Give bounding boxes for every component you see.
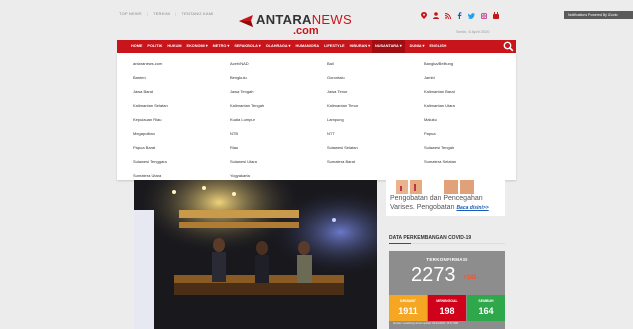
dropdown-item[interactable]: Kalimantan Barat	[424, 85, 521, 99]
dropdown-item[interactable]: Sulawesi Tenggara	[133, 155, 230, 169]
ad-read-more-link[interactable]: Baca disini>>	[456, 205, 488, 211]
died-label: MENINGGAL	[436, 299, 458, 303]
dropdown-item[interactable]: Banten	[133, 71, 230, 85]
header: TOP NEWS | TERKINI | TENTANG KAMI ANTARA…	[0, 0, 633, 42]
dropdown-item[interactable]: Kalimantan Timur	[327, 99, 424, 113]
nav-item[interactable]: DUNIA ▾	[410, 40, 425, 53]
dropdown-item[interactable]: Sulawesi Utara	[230, 155, 327, 169]
died-stat: MENINGGAL 198	[428, 295, 466, 321]
dropdown-item[interactable]: Jambi	[424, 71, 521, 85]
dropdown-item[interactable]: NTT	[327, 127, 424, 141]
current-date: Senin, 6 April 2020	[456, 29, 490, 34]
nav-item[interactable]: HIBURAN ▾	[350, 40, 370, 53]
instagram-icon[interactable]	[481, 12, 487, 19]
antara-logo-icon	[239, 15, 253, 27]
dropdown-item[interactable]: Bali	[327, 57, 424, 71]
sidebar-ad[interactable]: Pengobatan dan Pencegahan Varises. Pengo…	[386, 180, 505, 216]
dropdown-item[interactable]: Riau	[230, 141, 327, 155]
logo-com: .com	[293, 25, 319, 37]
dropdown-item[interactable]: Jawa Barat	[133, 85, 230, 99]
healed-count: 164	[478, 306, 494, 316]
covid-footnote: Sumber: covid19.go.id last update: 06-04…	[393, 322, 459, 325]
dropdown-item[interactable]: Papua Barat	[133, 141, 230, 155]
main-nav: HOME POLITIK HUKUM EKONOMI ▾ METRO ▾ SEPAKBOL…	[117, 40, 516, 53]
dropdown-item[interactable]: Megapolitan	[133, 127, 230, 141]
article-photo[interactable]	[134, 180, 377, 329]
confirmed-delta: +181	[463, 275, 477, 281]
top-link[interactable]: TENTANG KAMI	[181, 11, 213, 16]
dropdown-item[interactable]: Maluku	[424, 113, 521, 127]
site-logo[interactable]: ANTARANEWS .com	[236, 13, 352, 37]
dropdown-item[interactable]: Aceh/NAD	[230, 57, 327, 71]
dropdown-item[interactable]: Papua	[424, 127, 521, 141]
nav-item[interactable]: OLAHRAGA ▾	[266, 40, 291, 53]
dropdown-item[interactable]: Lampung	[327, 113, 424, 127]
covid-section-title: DATA PERKEMBANGAN COVID-19	[389, 235, 472, 241]
dropdown-item[interactable]: Kalimantan Utara	[424, 99, 521, 113]
dropdown-item[interactable]: antaranews.com	[133, 57, 230, 71]
dropdown-item[interactable]: Bengkulu	[230, 71, 327, 85]
confirmed-label: TERKONFIRMASI	[426, 257, 468, 262]
top-link[interactable]: TERKINI	[153, 11, 170, 16]
top-links: TOP NEWS | TERKINI | TENTANG KAMI	[119, 11, 214, 16]
dropdown-item[interactable]: Kepulauan Riau	[133, 113, 230, 127]
dropdown-item[interactable]: Kalimantan Tengah	[230, 99, 327, 113]
nusantara-dropdown-menu: antaranews.com Aceh/NAD Bali Bangka/Belitun…	[117, 53, 516, 180]
healed-label: SEMBUH	[478, 299, 494, 303]
notification-banner[interactable]: Notifications Powered By iZooto	[564, 11, 633, 19]
nav-item[interactable]: HUKUM	[167, 40, 181, 53]
nav-item[interactable]: METRO ▾	[213, 40, 230, 53]
nav-item[interactable]: SEPAKBOLA ▾	[234, 40, 260, 53]
rss-icon[interactable]	[445, 12, 451, 19]
covid-stats-widget[interactable]: TERKONFIRMASI 2273 +181 DIRAWAT 1911 MEN…	[389, 251, 505, 329]
dropdown-item[interactable]: Kalimantan Selatan	[133, 99, 230, 113]
user-icon[interactable]	[433, 12, 439, 19]
dropdown-item[interactable]: Sulawesi Selatan	[327, 141, 424, 155]
social-icons	[421, 12, 499, 19]
ad-text-line: Varises. Pengobatan	[390, 204, 455, 211]
nav-item[interactable]: HOME	[131, 40, 142, 53]
dropdown-item[interactable]: Sulawesi Tengah	[424, 141, 521, 155]
nav-item[interactable]: EKONOMI ▾	[187, 40, 208, 53]
died-count: 198	[439, 306, 455, 316]
healed-stat: SEMBUH 164	[467, 295, 505, 321]
dropdown-item[interactable]: Jawa Timur	[327, 85, 424, 99]
dropdown-item[interactable]: Sumatera Selatan	[424, 155, 521, 169]
treated-stat: DIRAWAT 1911	[389, 295, 427, 321]
page: TOP NEWS | TERKINI | TENTANG KAMI ANTARA…	[0, 0, 633, 329]
dropdown-item[interactable]: Sumatera Barat	[327, 155, 424, 169]
dropdown-item[interactable]: Bangka/Belitung	[424, 57, 521, 71]
top-link[interactable]: TOP NEWS	[119, 11, 142, 16]
dropdown-item[interactable]: Jawa Tengah	[230, 85, 327, 99]
nav-item[interactable]: LIFESTYLE	[324, 40, 344, 53]
dropdown-item[interactable]: Kuala Lumpur	[230, 113, 327, 127]
confirmed-count: 2273	[411, 264, 456, 286]
search-icon[interactable]	[503, 41, 514, 52]
ad-text-line: Pengobatan dan Pencegahan	[390, 195, 483, 202]
nav-item[interactable]: NUSANTARA ▾	[372, 40, 405, 53]
treated-count: 1911	[398, 306, 418, 316]
facebook-icon[interactable]	[457, 12, 462, 19]
ad-image	[394, 180, 494, 194]
twitter-icon[interactable]	[468, 12, 475, 19]
nav-item[interactable]: POLITIK	[147, 40, 162, 53]
location-icon[interactable]	[421, 12, 427, 19]
dropdown-item[interactable]: Gorontalo	[327, 71, 424, 85]
youtube-icon[interactable]	[493, 12, 499, 19]
nav-item[interactable]: ENGLISH	[429, 40, 446, 53]
dropdown-item[interactable]: NTB	[230, 127, 327, 141]
nav-item[interactable]: HUMANIORA	[295, 40, 319, 53]
treated-label: DIRAWAT	[400, 299, 416, 303]
